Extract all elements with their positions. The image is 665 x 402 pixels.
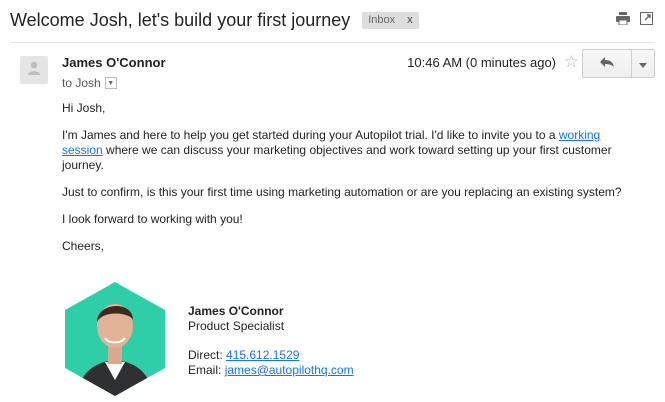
reply-button[interactable] (582, 49, 632, 78)
closing: Cheers, (62, 239, 105, 253)
body-paragraph-1: I'm James and here to help you get start… (62, 128, 612, 172)
greeting: Hi Josh, (62, 101, 106, 115)
reply-button-group (582, 49, 655, 78)
remove-label-button[interactable]: x (407, 14, 413, 26)
reply-icon (599, 55, 615, 73)
signature-title: Product Specialist (188, 319, 285, 333)
email-body: Hi Josh, I'm James and here to help you … (62, 101, 632, 266)
inbox-label-text: Inbox (368, 13, 396, 26)
recipient-label: to Josh (62, 76, 101, 90)
phone-link[interactable]: 415.612.1529 (226, 348, 299, 362)
more-options-button[interactable] (632, 49, 655, 78)
header-divider (10, 42, 655, 43)
sender-avatar (20, 56, 48, 84)
signature-phone-line: Direct: 415.612.1529 (188, 348, 300, 362)
star-icon[interactable]: ☆ (564, 52, 579, 72)
subject-row: Welcome Josh, let's build your first jou… (10, 6, 419, 34)
more-caret-icon (639, 55, 647, 73)
sent-time: 10:46 AM (0 minutes ago) (407, 55, 556, 70)
email-subject: Welcome Josh, let's build your first jou… (10, 9, 351, 30)
signature-text: James O'Connor Product Specialist Direct… (188, 304, 354, 378)
dropdown-caret-icon[interactable]: ▼ (104, 77, 117, 89)
email-link[interactable]: james@autopilothq.com (225, 363, 354, 377)
signature: James O'Connor Product Specialist Direct… (63, 280, 503, 398)
body-paragraph-2: Just to confirm, is this your first time… (62, 185, 622, 199)
signature-name: James O'Connor (188, 304, 284, 318)
person-icon (26, 60, 42, 81)
inbox-label-chip[interactable]: Inbox x (362, 11, 419, 29)
signature-email-line: Email: james@autopilothq.com (188, 363, 354, 377)
top-actions (616, 12, 653, 25)
print-icon[interactable] (616, 12, 630, 25)
popout-icon[interactable] (640, 12, 653, 25)
signature-photo (65, 282, 165, 396)
recipient-line: to Josh ▼ (62, 76, 117, 90)
body-paragraph-3: I look forward to working with you! (62, 212, 243, 226)
sender-name: James O'Connor (62, 55, 166, 70)
